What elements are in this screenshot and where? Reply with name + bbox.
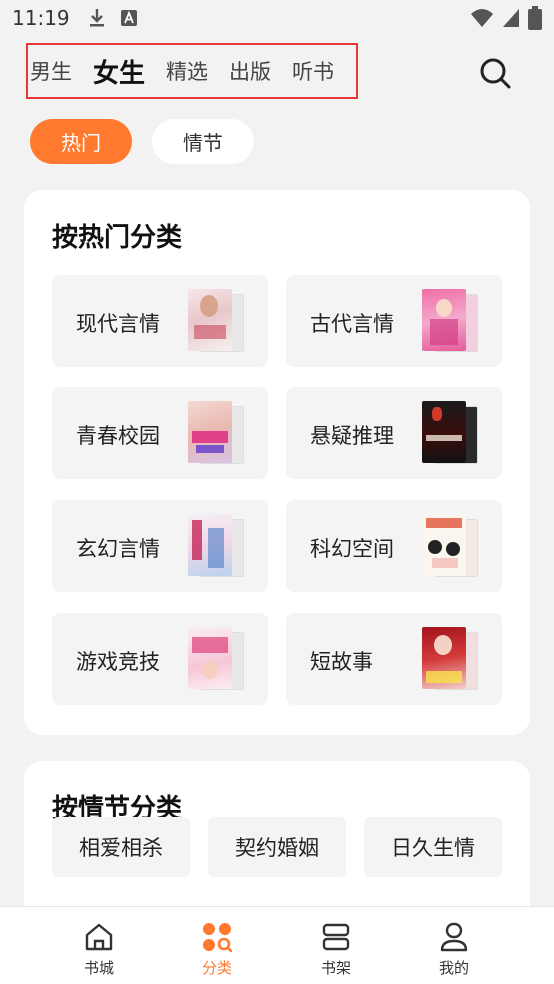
nav-bookshelf[interactable]: 书架 — [276, 907, 396, 984]
book-cover-image — [188, 514, 246, 580]
profile-icon — [440, 922, 468, 952]
tab-audiobook[interactable]: 听书 — [292, 56, 334, 86]
hot-category-card: 按热门分类 现代言情 古代言情 青春校园 悬疑推理 玄幻言情 科幻空间 游戏竞技… — [24, 190, 530, 735]
book-cover-image — [188, 401, 246, 467]
nav-label: 书架 — [320, 959, 351, 977]
category-fantasy-romance[interactable]: 玄幻言情 — [52, 500, 268, 592]
tab-published[interactable]: 出版 — [229, 56, 271, 86]
category-youth-campus[interactable]: 青春校园 — [52, 387, 268, 479]
tab-male[interactable]: 男生 — [30, 56, 72, 86]
tab-featured[interactable]: 精选 — [166, 56, 208, 86]
nav-label: 书城 — [83, 959, 114, 977]
home-icon — [85, 923, 113, 951]
category-label: 科幻空间 — [310, 537, 394, 561]
category-label: 游戏竞技 — [76, 650, 160, 674]
category-mystery[interactable]: 悬疑推理 — [286, 387, 502, 479]
hot-category-title: 按热门分类 — [52, 223, 183, 253]
signal-icon — [503, 9, 519, 27]
category-ancient-romance[interactable]: 古代言情 — [286, 275, 502, 367]
nav-category[interactable]: 分类 — [157, 907, 277, 984]
tab-female[interactable]: 女生 — [93, 53, 145, 90]
battery-icon — [528, 6, 542, 30]
nav-label: 分类 — [201, 959, 232, 977]
nav-label: 我的 — [438, 959, 469, 977]
category-gaming[interactable]: 游戏竞技 — [52, 613, 268, 705]
wifi-icon — [471, 9, 493, 27]
status-bar: 11:19 — [0, 0, 554, 36]
bookshelf-icon — [322, 923, 350, 951]
category-label: 古代言情 — [310, 312, 394, 336]
book-cover-image — [422, 627, 480, 693]
category-label: 玄幻言情 — [76, 537, 160, 561]
category-label: 现代言情 — [76, 312, 160, 336]
category-icon — [203, 923, 233, 953]
category-label: 青春校园 — [76, 424, 160, 448]
book-cover-image — [422, 289, 480, 355]
search-icon[interactable] — [478, 56, 512, 90]
plot-tag-love-hate[interactable]: 相爱相杀 — [52, 817, 190, 877]
book-cover-image — [422, 401, 480, 467]
book-cover-image — [188, 627, 246, 693]
category-modern-romance[interactable]: 现代言情 — [52, 275, 268, 367]
nav-profile[interactable]: 我的 — [394, 907, 514, 984]
category-short-story[interactable]: 短故事 — [286, 613, 502, 705]
keyboard-a-icon — [120, 10, 137, 26]
category-scifi-space[interactable]: 科幻空间 — [286, 500, 502, 592]
plot-tag-slow-burn[interactable]: 日久生情 — [364, 817, 502, 877]
plot-tag-contract-marriage[interactable]: 契约婚姻 — [208, 817, 346, 877]
category-label: 短故事 — [310, 650, 373, 674]
status-time: 11:19 — [12, 6, 70, 30]
download-icon — [89, 9, 104, 27]
category-label: 悬疑推理 — [310, 424, 394, 448]
book-cover-image — [422, 514, 480, 580]
filter-plot-chip[interactable]: 情节 — [152, 119, 254, 164]
filter-hot-chip[interactable]: 热门 — [30, 119, 132, 164]
nav-bookstore[interactable]: 书城 — [39, 907, 159, 984]
book-cover-image — [188, 289, 246, 355]
top-tabs: 男生 女生 精选 出版 听书 — [26, 43, 358, 99]
bottom-nav: 书城 分类 书架 我的 — [0, 906, 554, 984]
